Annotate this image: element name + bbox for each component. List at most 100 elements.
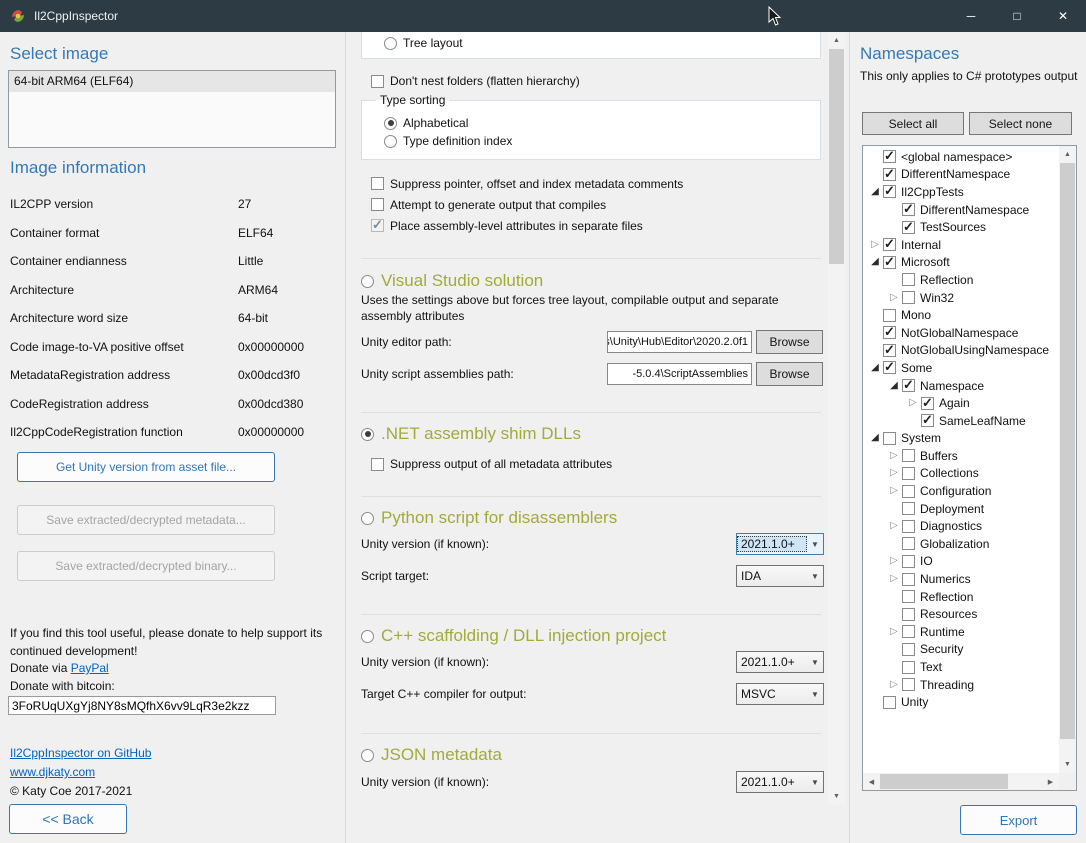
namespace-tree-item[interactable]: Internal <box>863 236 1059 254</box>
tree-expander-icon[interactable] <box>867 254 883 270</box>
scroll-down-icon[interactable] <box>828 788 845 805</box>
namespace-checkbox[interactable] <box>921 397 934 410</box>
namespace-tree-item[interactable]: DifferentNamespace <box>863 166 1059 184</box>
tree-expander-icon[interactable] <box>867 237 883 253</box>
type-def-index-option[interactable]: Type definition index <box>384 133 512 149</box>
namespace-tree-item[interactable]: Il2CppTests <box>863 183 1059 201</box>
scroll-up-icon[interactable] <box>1059 146 1076 163</box>
paypal-link[interactable]: PayPal <box>71 661 109 675</box>
alphabetical-option[interactable]: Alphabetical <box>384 115 468 131</box>
tree-layout-option[interactable]: Tree layout <box>384 35 463 51</box>
cpp-scaffolding-section[interactable]: C++ scaffolding / DLL injection project <box>361 626 666 646</box>
tree-expander-icon[interactable] <box>867 184 883 200</box>
suppress-metadata-checkbox[interactable] <box>371 458 384 471</box>
json-unity-version-select[interactable]: 2021.1.0+ <box>736 771 824 793</box>
scroll-left-icon[interactable] <box>863 773 880 790</box>
namespace-tree-item[interactable]: Mono <box>863 306 1059 324</box>
namespace-checkbox[interactable] <box>902 379 915 392</box>
namespace-checkbox[interactable] <box>902 449 915 462</box>
tree-horizontal-scrollbar[interactable] <box>863 773 1059 790</box>
json-metadata-section[interactable]: JSON metadata <box>361 745 502 765</box>
namespace-tree-item[interactable]: Diagnostics <box>863 517 1059 535</box>
tree-expander-icon[interactable] <box>886 448 902 464</box>
tree-expander-icon[interactable] <box>886 624 902 640</box>
scroll-right-icon[interactable] <box>1042 773 1059 790</box>
namespace-tree-item[interactable]: Runtime <box>863 623 1059 641</box>
tree-expander-icon[interactable] <box>886 290 902 306</box>
option-checkbox-row[interactable]: Place assembly-level attributes in separ… <box>371 215 821 236</box>
namespace-tree-item[interactable]: NotGlobalUsingNamespace <box>863 342 1059 360</box>
namespace-checkbox[interactable] <box>902 661 915 674</box>
namespace-tree-item[interactable]: Again <box>863 394 1059 412</box>
script-target-select[interactable]: IDA <box>736 565 824 587</box>
namespace-checkbox[interactable] <box>902 221 915 234</box>
namespace-checkbox[interactable] <box>902 643 915 656</box>
namespace-tree-item[interactable]: Buffers <box>863 447 1059 465</box>
namespace-checkbox[interactable] <box>883 238 896 251</box>
tree-expander-icon[interactable] <box>886 483 902 499</box>
namespace-checkbox[interactable] <box>921 414 934 427</box>
tree-vertical-scrollbar[interactable] <box>1059 146 1076 773</box>
option-checkbox[interactable] <box>371 198 384 211</box>
namespace-tree-item[interactable]: Globalization <box>863 535 1059 553</box>
browse-assemblies-path-button[interactable]: Browse <box>756 362 823 386</box>
image-listbox[interactable]: 64-bit ARM64 (ELF64) <box>8 70 336 148</box>
namespace-tree-item[interactable]: Text <box>863 658 1059 676</box>
namespace-tree-item[interactable]: System <box>863 430 1059 448</box>
namespace-tree-item[interactable]: Threading <box>863 676 1059 694</box>
github-link[interactable]: Il2CppInspector on GitHub <box>10 744 151 763</box>
tree-hscrollbar-thumb[interactable] <box>880 774 1008 789</box>
namespace-checkbox[interactable] <box>902 467 915 480</box>
namespace-checkbox[interactable] <box>883 696 896 709</box>
tree-expander-icon[interactable] <box>905 395 921 411</box>
close-icon[interactable]: ✕ <box>1040 0 1086 32</box>
namespace-checkbox[interactable] <box>902 291 915 304</box>
namespace-checkbox[interactable] <box>883 432 896 445</box>
option-checkbox-row[interactable]: Attempt to generate output that compiles <box>371 194 821 215</box>
namespace-tree-item[interactable]: Numerics <box>863 570 1059 588</box>
namespace-checkbox[interactable] <box>902 502 915 515</box>
python-script-section[interactable]: Python script for disassemblers <box>361 508 617 528</box>
namespace-checkbox[interactable] <box>902 485 915 498</box>
json-metadata-radio[interactable] <box>361 749 374 762</box>
namespace-checkbox[interactable] <box>902 555 915 568</box>
vs-solution-section[interactable]: Visual Studio solution <box>361 271 543 291</box>
website-link[interactable]: www.djkaty.com <box>10 763 151 782</box>
namespace-checkbox[interactable] <box>883 185 896 198</box>
namespace-tree-item[interactable]: Reflection <box>863 588 1059 606</box>
export-button[interactable]: Export <box>960 805 1077 835</box>
cpp-compiler-select[interactable]: MSVC <box>736 683 824 705</box>
tree-expander-icon[interactable] <box>867 430 883 446</box>
suppress-metadata-option[interactable]: Suppress output of all metadata attribut… <box>371 456 612 472</box>
namespace-tree-item[interactable]: <global namespace> <box>863 148 1059 166</box>
namespace-tree-item[interactable]: Security <box>863 641 1059 659</box>
namespace-checkbox[interactable] <box>883 150 896 163</box>
namespace-checkbox[interactable] <box>883 344 896 357</box>
browse-editor-path-button[interactable]: Browse <box>756 330 823 354</box>
namespace-tree-item[interactable]: Win32 <box>863 289 1059 307</box>
tree-expander-icon[interactable] <box>886 571 902 587</box>
namespace-checkbox[interactable] <box>883 256 896 269</box>
center-scrollbar-thumb[interactable] <box>829 49 844 264</box>
back-button[interactable]: << Back <box>9 804 127 834</box>
tree-vscrollbar-thumb[interactable] <box>1060 163 1075 739</box>
tree-expander-icon[interactable] <box>886 677 902 693</box>
namespace-tree-item[interactable]: Resources <box>863 605 1059 623</box>
bitcoin-address-input[interactable] <box>8 696 276 715</box>
maximize-icon[interactable]: □ <box>994 0 1040 32</box>
flatten-checkbox[interactable] <box>371 75 384 88</box>
namespace-checkbox[interactable] <box>883 361 896 374</box>
namespace-checkbox[interactable] <box>902 625 915 638</box>
center-scrollbar[interactable] <box>828 32 845 805</box>
flatten-option[interactable]: Don't nest folders (flatten hierarchy) <box>371 73 580 89</box>
option-checkbox-row[interactable]: Suppress pointer, offset and index metad… <box>371 173 821 194</box>
tree-expander-icon[interactable] <box>886 553 902 569</box>
namespace-tree-item[interactable]: Unity <box>863 693 1059 711</box>
scroll-down-icon[interactable] <box>1059 756 1076 773</box>
namespace-checkbox[interactable] <box>902 573 915 586</box>
cpp-scaffolding-radio[interactable] <box>361 630 374 643</box>
tree-expander-icon[interactable] <box>886 465 902 481</box>
select-none-button[interactable]: Select none <box>969 112 1072 135</box>
namespace-checkbox[interactable] <box>883 168 896 181</box>
namespace-tree-item[interactable]: Namespace <box>863 377 1059 395</box>
